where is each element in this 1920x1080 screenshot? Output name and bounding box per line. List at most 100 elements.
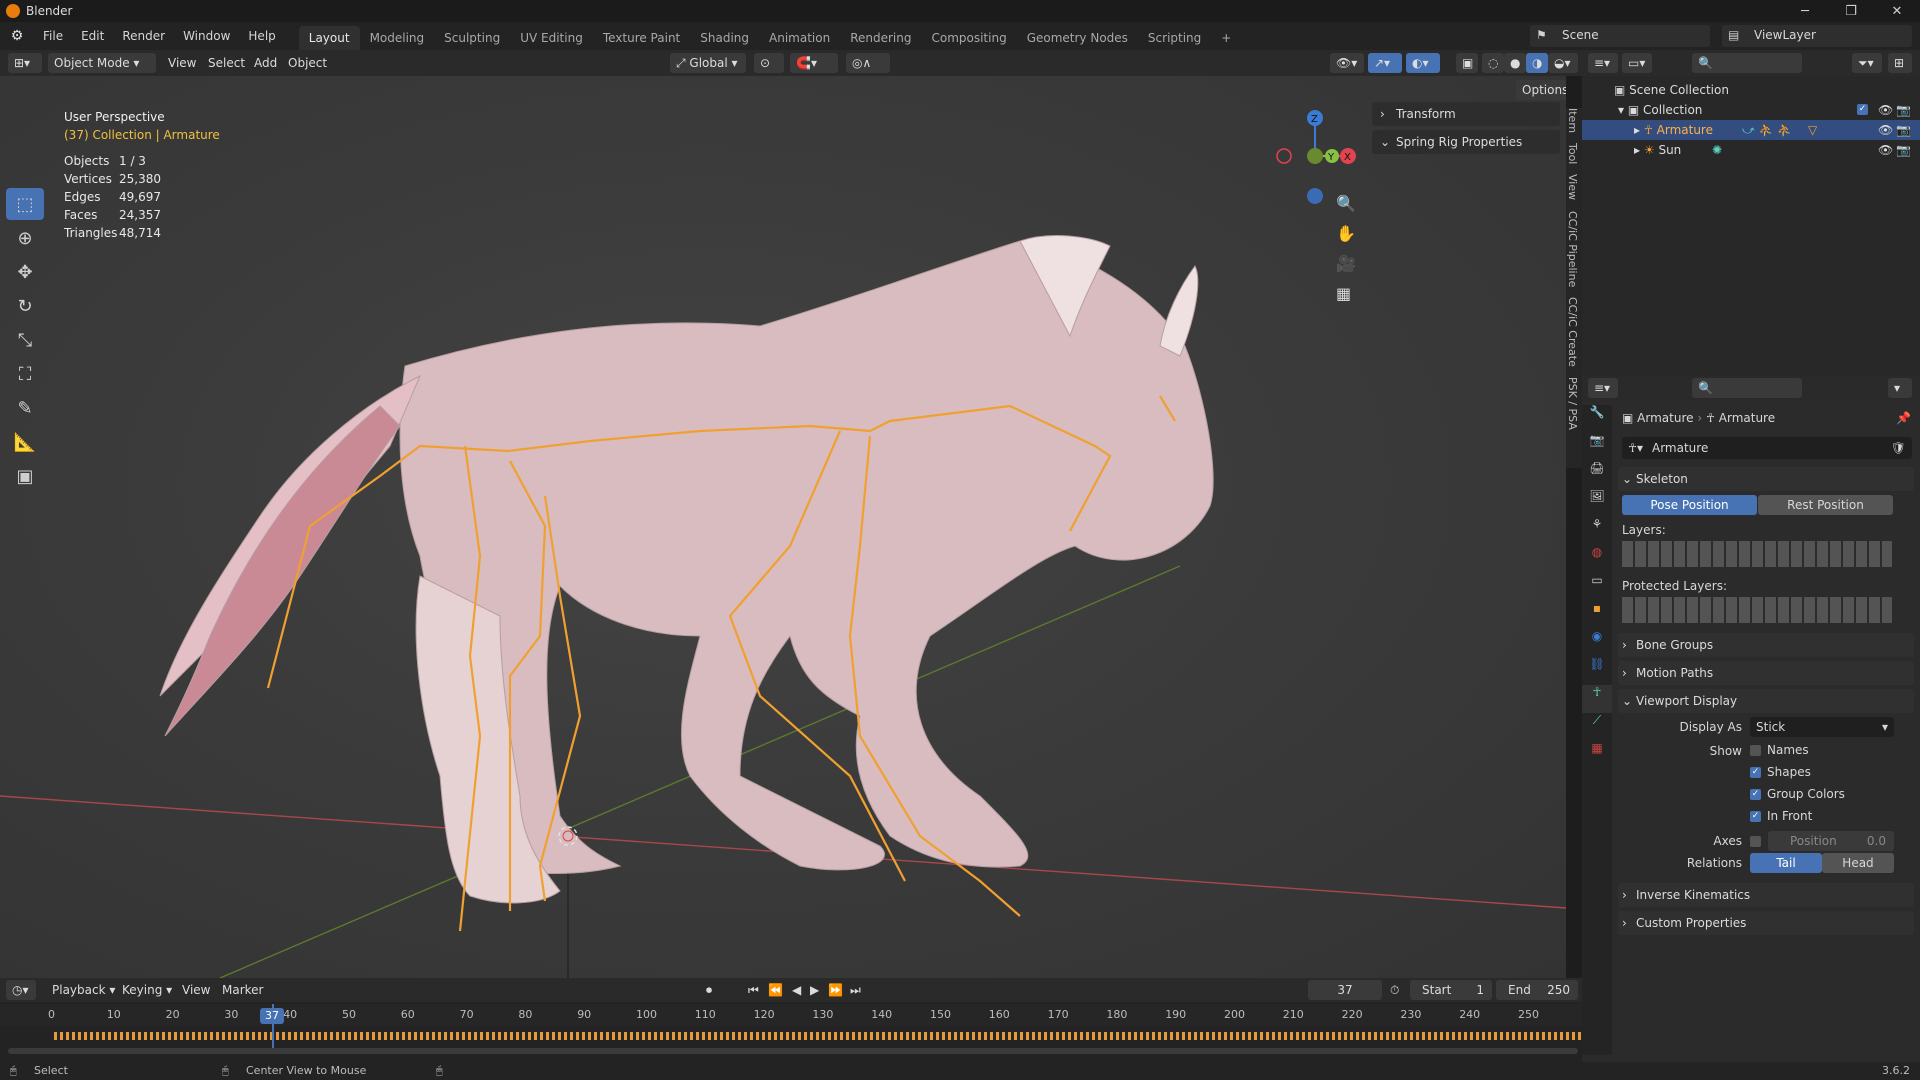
names-checkbox-box[interactable] xyxy=(1750,745,1761,756)
tab-compositing[interactable]: Compositing xyxy=(921,26,1016,50)
tab-cc-ic-create[interactable]: CC/iC Create xyxy=(1566,297,1579,367)
add-workspace-icon[interactable]: + xyxy=(1211,26,1241,50)
view-layer-selector[interactable]: ▤ ViewLayer xyxy=(1722,25,1912,47)
props-editor-type-icon[interactable]: ≡▾ xyxy=(1588,378,1618,398)
prev-keyframe-icon[interactable]: ⏪ xyxy=(768,980,783,1000)
armature-data-tab-icon[interactable]: ☥ xyxy=(1582,685,1612,713)
tab-layout[interactable]: Layout xyxy=(298,26,360,50)
playhead-frame-badge[interactable]: 37 xyxy=(260,1008,284,1024)
layers-grid[interactable] xyxy=(1622,541,1892,567)
eye-icon[interactable]: 👁 xyxy=(1878,140,1893,160)
annotate-tool-icon[interactable]: ✎ xyxy=(6,392,44,424)
outliner-armature[interactable]: ▸ ☥ Armature ⤻ ⛹ ⛹ ▽ 👁 📷 xyxy=(1582,120,1920,140)
add-menu[interactable]: Add xyxy=(254,53,277,73)
camera-view-icon[interactable]: 🎥 xyxy=(1336,254,1356,273)
timeline-scrollbar[interactable] xyxy=(8,1048,1578,1054)
select-box-tool-icon[interactable]: ⬚ xyxy=(6,188,44,220)
editor-type-button[interactable]: ⊞▾ xyxy=(8,53,42,73)
tab-item[interactable]: Item xyxy=(1566,108,1579,133)
transform-tool-icon[interactable]: ⛶ xyxy=(6,358,44,390)
next-keyframe-icon[interactable]: ⏩ xyxy=(828,980,843,1000)
object-menu[interactable]: Object xyxy=(288,53,327,73)
menu-window[interactable]: Window xyxy=(174,22,239,50)
timeline-editor-type-icon[interactable]: ◷▾ xyxy=(6,980,36,1000)
menu-edit[interactable]: Edit xyxy=(72,22,113,50)
transform-panel-header[interactable]: › Transform xyxy=(1372,102,1560,126)
play-icon[interactable]: ▶ xyxy=(810,980,819,1000)
relations-tail-button[interactable]: Tail xyxy=(1750,853,1822,873)
eye-icon[interactable]: 👁 xyxy=(1878,120,1893,140)
eye-icon[interactable]: 👁 xyxy=(1878,100,1893,120)
timeline-view-menu[interactable]: View xyxy=(182,980,210,1000)
custom-properties-panel-header[interactable]: › Custom Properties xyxy=(1618,911,1914,935)
skeleton-panel-header[interactable]: ⌄ Skeleton xyxy=(1618,467,1914,491)
3d-viewport[interactable]: ⬚ ⊕ ✥ ↻ ⤡ ⛶ ✎ 📐 ▣ User Perspective (37) … xyxy=(0,76,1566,978)
fake-user-icon[interactable]: 🛡 xyxy=(1891,437,1906,459)
motion-paths-panel-header[interactable]: › Motion Paths xyxy=(1618,661,1914,685)
props-options-icon[interactable]: ▾ xyxy=(1888,378,1912,398)
camera-icon[interactable]: 📷 xyxy=(1896,100,1911,120)
end-frame-field[interactable]: End 250 xyxy=(1496,980,1578,1000)
shapes-checkbox-box[interactable]: ✓ xyxy=(1750,767,1761,778)
play-reverse-icon[interactable]: ◀ xyxy=(792,980,801,1000)
rotate-tool-icon[interactable]: ↻ xyxy=(6,290,44,322)
zoom-icon[interactable]: 🔍 xyxy=(1336,194,1356,213)
close-icon[interactable]: ✕ xyxy=(1874,0,1920,22)
tab-tool[interactable]: Tool xyxy=(1566,143,1579,164)
marker-menu[interactable]: Marker xyxy=(222,980,263,1000)
tab-sculpting[interactable]: Sculpting xyxy=(434,26,510,50)
outliner-scene-collection[interactable]: ▣ Scene Collection xyxy=(1582,80,1920,100)
overlay-toggle-icon[interactable]: ◐▾ xyxy=(1406,53,1440,73)
keyframe-strip[interactable] xyxy=(54,1032,1582,1040)
orientation-dropdown[interactable]: ⤢ Global ▾ xyxy=(670,53,746,73)
jump-start-icon[interactable]: ⏮ xyxy=(748,980,759,1000)
outliner-sun[interactable]: ▸ ☀ Sun ✺ 👁 📷 xyxy=(1582,140,1920,160)
bone-groups-panel-header[interactable]: › Bone Groups xyxy=(1618,633,1914,657)
tool-tab-icon[interactable]: 🔧 xyxy=(1582,405,1612,433)
protected-layers-grid[interactable] xyxy=(1622,597,1892,623)
outliner-editor-type-icon[interactable]: ≡▾ xyxy=(1588,53,1618,73)
exclude-checkbox[interactable]: ✓ xyxy=(1857,104,1868,115)
shading-render-icon[interactable]: ◒▾ xyxy=(1548,53,1578,73)
display-mode-icon[interactable]: ▭▾ xyxy=(1622,53,1652,73)
menu-help[interactable]: Help xyxy=(239,22,284,50)
render-tab-icon[interactable]: 📷 xyxy=(1582,433,1612,461)
jump-end-icon[interactable]: ⏭ xyxy=(850,980,861,1000)
group-colors-checkbox[interactable]: ✓ Group Colors xyxy=(1750,787,1845,801)
move-tool-icon[interactable]: ✥ xyxy=(6,256,44,288)
select-menu[interactable]: Select xyxy=(208,53,245,73)
add-cube-tool-icon[interactable]: ▣ xyxy=(6,460,44,492)
pivot-icon[interactable]: ⊙ xyxy=(754,53,784,73)
axes-position-field[interactable]: Position 0.0 xyxy=(1768,831,1894,851)
spring-rig-panel-header[interactable]: ⌄ Spring Rig Properties xyxy=(1372,130,1560,154)
menu-render[interactable]: Render xyxy=(113,22,174,50)
inverse-kinematics-panel-header[interactable]: › Inverse Kinematics xyxy=(1618,883,1914,907)
view-layer-tab-icon[interactable]: 🖼 xyxy=(1582,489,1612,517)
gizmo-toggle-icon[interactable]: ↗▾ xyxy=(1368,53,1402,73)
in-front-checkbox[interactable]: ✓ In Front xyxy=(1750,809,1812,823)
new-collection-icon[interactable]: ⊞ xyxy=(1888,53,1912,73)
timeline-ruler[interactable]: 0 10 20 30 40 50 60 70 80 90 100 110 120 130 140 150 160… xyxy=(0,1004,1582,1026)
cursor-tool-icon[interactable]: ⊕ xyxy=(6,222,44,254)
camera-icon[interactable]: 📷 xyxy=(1896,140,1911,160)
tab-texture-paint[interactable]: Texture Paint xyxy=(593,26,690,50)
pose-position-button[interactable]: Pose Position xyxy=(1622,495,1757,515)
axes-checkbox[interactable] xyxy=(1750,836,1761,847)
snap-icon[interactable]: 🧲▾ xyxy=(790,53,838,73)
tab-view[interactable]: View xyxy=(1566,174,1579,200)
outliner-search-input[interactable]: 🔍 xyxy=(1692,53,1802,73)
keying-menu[interactable]: Keying ▾ xyxy=(122,980,172,1000)
armature-data-field[interactable]: ☥▾ Armature 🛡 xyxy=(1622,437,1912,459)
minimize-icon[interactable]: ─ xyxy=(1782,0,1828,22)
viewport-display-panel-header[interactable]: ⌄ Viewport Display xyxy=(1618,689,1914,713)
outliner-collection[interactable]: ▾ ▣ Collection ✓ 👁 📷 xyxy=(1582,100,1920,120)
shading-solid-icon[interactable]: ● xyxy=(1504,53,1526,73)
tab-shading[interactable]: Shading xyxy=(690,26,759,50)
constraints-tab-icon[interactable]: ⛓ xyxy=(1582,657,1612,685)
relations-head-button[interactable]: Head xyxy=(1822,853,1894,873)
bone-tab-icon[interactable]: ⟋ xyxy=(1582,713,1612,741)
in-front-checkbox-box[interactable]: ✓ xyxy=(1750,811,1761,822)
names-checkbox[interactable]: Names xyxy=(1750,743,1809,757)
visibility-icon[interactable]: 👁▾ xyxy=(1330,53,1364,73)
proportional-edit-icon[interactable]: ◎∧ xyxy=(846,53,890,73)
